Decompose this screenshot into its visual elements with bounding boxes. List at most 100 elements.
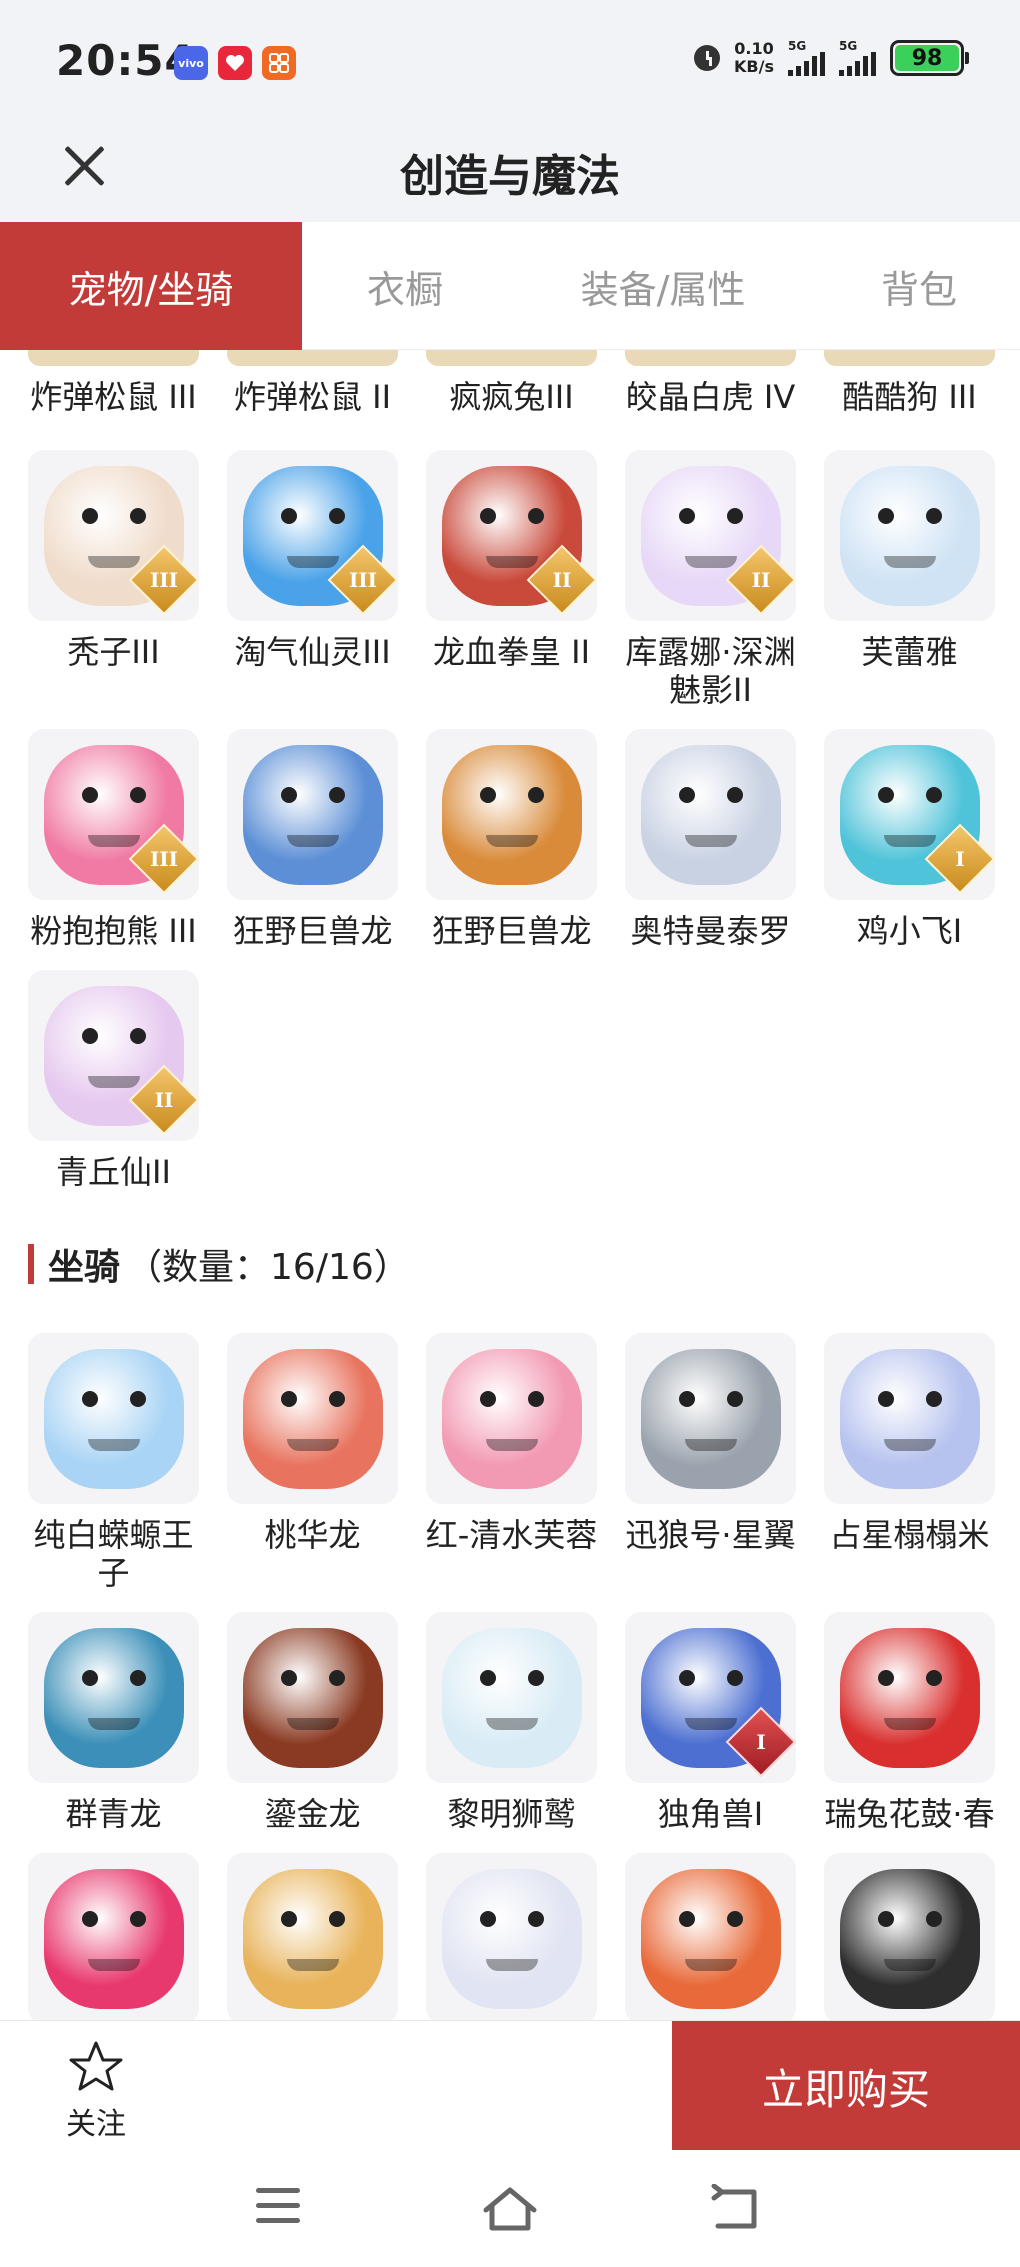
pet-character-icon <box>242 744 383 885</box>
pet-item[interactable]: 狂野巨兽龙 <box>227 729 398 950</box>
mount-item[interactable]: 迅狼号·星翼 <box>625 1333 796 1592</box>
mount-name: 桃华龙 <box>264 1516 361 1554</box>
battery-level: 98 <box>895 45 959 71</box>
mount-item[interactable]: 群青龙 <box>28 1612 199 1833</box>
pet-item[interactable]: II 青丘仙II <box>28 970 199 1191</box>
pet-name: 炸弹松鼠 III <box>30 378 197 416</box>
mount-item[interactable] <box>824 1853 995 2020</box>
pet-item[interactable]: I 鸡小飞I <box>824 729 995 950</box>
favorite-button[interactable]: 关注 <box>56 2039 136 2143</box>
star-icon <box>69 2041 123 2091</box>
pet-item[interactable]: III 秃子III <box>28 450 199 709</box>
pet-item[interactable]: 炸弹松鼠 II <box>227 350 398 416</box>
pet-item[interactable]: 皎晶白虎 IV <box>625 350 796 416</box>
pet-name: 疯疯兔III <box>449 378 574 416</box>
mount-thumbnail <box>824 1333 995 1504</box>
pet-item[interactable]: 芙蕾雅 <box>824 450 995 709</box>
mount-item[interactable]: 占星榻榻米 <box>824 1333 995 1592</box>
tier-label: II <box>751 568 771 592</box>
pet-item[interactable]: 疯疯兔III <box>426 350 597 416</box>
pet-item[interactable]: III 淘气仙灵III <box>227 450 398 709</box>
pet-thumbnail <box>625 729 796 900</box>
pet-thumbnail <box>227 350 398 366</box>
bottom-action-bar: 关注 立即购买 <box>0 2020 1020 2151</box>
mount-item[interactable]: 鎏金龙 <box>227 1612 398 1833</box>
pet-item[interactable]: 炸弹松鼠 III <box>28 350 199 416</box>
pet-item[interactable]: 酷酷狗 III <box>824 350 995 416</box>
pet-item[interactable]: 奥特曼泰罗 <box>625 729 796 950</box>
signal-strength-1: 5G <box>788 40 825 76</box>
tier-label: III <box>348 568 378 592</box>
mount-item[interactable]: 纯白蝾螈王子 <box>28 1333 199 1592</box>
mount-item[interactable]: I 独角兽I <box>625 1612 796 1833</box>
mount-name: 独角兽I <box>657 1795 764 1833</box>
mount-item[interactable]: 桃华龙 <box>227 1333 398 1592</box>
mounts-grid: 纯白蝾螈王子 桃华龙 红-清水芙蓉 迅狼号·星翼 占星榻榻米群青龙 鎏金龙 黎明狮鹫 I 独角兽… <box>28 1333 995 2020</box>
pet-name: 粉抱抱熊 III <box>30 912 197 950</box>
mount-thumbnail <box>28 1612 199 1783</box>
mount-character-icon <box>43 1627 184 1768</box>
pet-item[interactable]: 狂野巨兽龙 <box>426 729 597 950</box>
mount-character-icon <box>640 1348 781 1489</box>
pet-thumbnail <box>824 450 995 621</box>
pet-thumbnail: II <box>426 450 597 621</box>
section-title: 坐骑 <box>48 1247 121 1288</box>
pet-thumbnail <box>625 350 796 366</box>
status-bar: 20:54 vivo 0.10 KB/s 5G 5G 98 <box>0 0 1020 120</box>
mount-item[interactable] <box>625 1853 796 2020</box>
mount-thumbnail <box>28 1333 199 1504</box>
mount-thumbnail <box>625 1853 796 2020</box>
pet-thumbnail: II <box>28 970 199 1141</box>
pet-name: 狂野巨兽龙 <box>431 912 592 950</box>
mount-thumbnail <box>824 1612 995 1783</box>
back-icon[interactable] <box>708 2184 768 2234</box>
pet-name: 鸡小飞I <box>856 912 963 950</box>
pet-thumbnail <box>426 729 597 900</box>
mount-item[interactable]: 黎明狮鹫 <box>426 1612 597 1833</box>
signal-strength-2: 5G <box>839 40 876 76</box>
tab-pets-mounts[interactable]: 宠物/坐骑 <box>0 222 302 350</box>
pet-item[interactable]: III 粉抱抱熊 III <box>28 729 199 950</box>
app-header: 创造与魔法 <box>0 120 1020 222</box>
buy-now-button[interactable]: 立即购买 <box>672 2021 1020 2151</box>
mount-name: 黎明狮鹫 <box>447 1795 576 1833</box>
mount-name: 纯白蝾螈王子 <box>33 1516 194 1592</box>
alarm-icon <box>694 45 721 71</box>
pet-character-icon <box>839 465 980 606</box>
system-nav-bar <box>0 2150 1020 2267</box>
pet-item[interactable]: II 龙血拳皇 II <box>426 450 597 709</box>
mount-character-icon <box>441 1868 582 2009</box>
network-speed: 0.10 KB/s <box>734 40 774 76</box>
pet-name: 库露娜·深渊魅影II <box>625 633 796 709</box>
signal-bars-icon <box>788 52 825 76</box>
pet-thumbnail <box>227 729 398 900</box>
mount-character-icon <box>242 1348 383 1489</box>
mount-item[interactable] <box>28 1853 199 2020</box>
battery-icon: 98 <box>890 40 969 76</box>
mount-thumbnail <box>625 1333 796 1504</box>
menu-icon[interactable] <box>256 2184 316 2234</box>
mount-item[interactable] <box>426 1853 597 2020</box>
signal-label-2: 5G <box>839 39 858 53</box>
vivo-app-icon: vivo <box>174 46 208 80</box>
tier-label: I <box>756 1730 766 1754</box>
tab-wardrobe[interactable]: 衣橱 <box>302 222 508 350</box>
home-icon[interactable] <box>480 2184 540 2234</box>
pet-name: 酷酷狗 III <box>842 378 977 416</box>
tab-equipment[interactable]: 装备/属性 <box>508 222 818 350</box>
network-speed-value: 0.10 <box>734 39 774 58</box>
pet-item[interactable]: II 库露娜·深渊魅影II <box>625 450 796 709</box>
mount-thumbnail <box>227 1333 398 1504</box>
mount-item[interactable]: 瑞兔花鼓·春 <box>824 1612 995 1833</box>
mount-thumbnail <box>28 1853 199 2020</box>
mount-character-icon <box>839 1627 980 1768</box>
mount-item[interactable]: 红-清水芙蓉 <box>426 1333 597 1592</box>
tab-backpack[interactable]: 背包 <box>818 222 1020 350</box>
mounts-section-header: 坐骑 （数量：16/16） <box>28 1238 410 1290</box>
section-count: （数量：16/16） <box>126 1247 410 1288</box>
mount-name: 迅狼号·星翼 <box>625 1516 796 1554</box>
tab-bar: 宠物/坐骑 衣橱 装备/属性 背包 <box>0 222 1020 350</box>
mount-item[interactable] <box>227 1853 398 2020</box>
item-list[interactable]: 炸弹松鼠 III 炸弹松鼠 II 疯疯兔III 皎晶白虎 IV 酷酷狗 III … <box>0 350 1020 2020</box>
pet-thumbnail: III <box>28 729 199 900</box>
